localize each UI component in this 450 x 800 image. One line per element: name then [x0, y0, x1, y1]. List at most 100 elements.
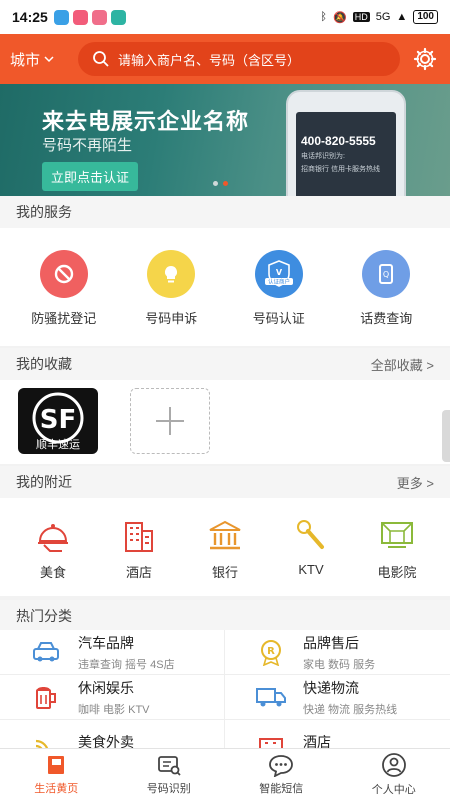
hot-title: 美食外卖: [78, 734, 134, 748]
service-item-certify[interactable]: V 认证商户 号码认证: [234, 250, 324, 327]
services-panel: 防骚扰登记 号码申诉 V 认证商户 号码认证 Q 话费查询: [0, 228, 450, 346]
nearby-label: KTV: [298, 562, 324, 577]
food-cloche-icon: [33, 516, 73, 556]
nearby-panel: 美食 酒店 银行 KTV 电影院: [0, 498, 450, 596]
chat-bubble-icon: [269, 755, 294, 777]
carousel-dots: [213, 181, 228, 186]
wifi-icon: ▲: [396, 11, 408, 23]
signal-label: 5G: [375, 11, 391, 23]
search-input[interactable]: 请输入商户名、号码（含区号）: [78, 42, 400, 76]
search-icon: [93, 51, 109, 67]
top-header: 城市 请输入商户名、号码（含区号）: [0, 34, 450, 84]
battery-icon: 100: [413, 10, 438, 24]
notification-app-icon: [53, 9, 69, 25]
nav-tab-number-id[interactable]: 号码识别: [113, 749, 226, 800]
hot-item-takeout[interactable]: 美食外卖: [0, 720, 225, 748]
nearby-item-food[interactable]: 美食: [13, 516, 93, 581]
section-title: 我的收藏: [16, 356, 72, 372]
nav-tab-yellow-pages[interactable]: 生活黄页: [0, 749, 113, 800]
svg-text:认证商户: 认证商户: [268, 278, 290, 286]
svg-text:Q: Q: [383, 270, 389, 279]
chevron-down-icon: [44, 56, 54, 63]
microphone-icon: [291, 516, 331, 556]
hot-item-car[interactable]: 汽车品牌 违章查询 摇号 4S店: [0, 630, 225, 675]
lightbulb-icon: [147, 250, 196, 298]
hot-item-logistics[interactable]: 快递物流 快递 物流 服务热线: [225, 675, 450, 720]
services-section-header: 我的服务: [0, 196, 450, 228]
carousel-dot[interactable]: [213, 181, 218, 186]
plus-icon: [156, 407, 184, 435]
hot-item-after-sales[interactable]: R 品牌售后 家电 数码 服务: [225, 630, 450, 675]
svg-text:顺丰速运: 顺丰速运: [36, 438, 80, 451]
hot-subtitle: 咖啡 电影 KTV: [78, 703, 150, 716]
nav-label: 智能短信: [259, 783, 304, 795]
bluetooth-icon: ᛒ: [320, 11, 328, 23]
banner-title: 来去电展示企业名称: [42, 109, 250, 134]
hot-subtitle: 快递 物流 服务热线: [303, 703, 398, 716]
nearby-item-ktv[interactable]: KTV: [271, 516, 351, 581]
user-icon: [381, 753, 406, 777]
section-title: 热门分类: [16, 608, 72, 624]
favorites-section-header: 我的收藏 全部收藏 >: [0, 348, 450, 380]
section-title: 我的附近: [16, 474, 72, 490]
hotel-icon: [255, 727, 287, 748]
nav-label: 号码识别: [146, 783, 191, 795]
promo-banner[interactable]: 来去电展示企业名称 号码不再陌生 立即点击认证 400-820-5555 电话邦…: [0, 84, 450, 196]
notification-app-icon: [91, 9, 107, 25]
mute-icon: 🔕: [333, 11, 347, 24]
carousel-dot-active[interactable]: [223, 181, 228, 186]
nav-tab-smart-sms[interactable]: 智能短信: [225, 749, 338, 800]
car-icon: [30, 637, 62, 667]
nearby-label: 银行: [211, 565, 238, 580]
nearby-item-cinema[interactable]: 电影院: [357, 516, 437, 581]
city-selector[interactable]: 城市: [10, 49, 72, 70]
beer-icon: [30, 682, 62, 712]
all-favorites-link[interactable]: 全部收藏 >: [371, 355, 434, 374]
gear-icon: [413, 47, 437, 71]
side-drawer-handle[interactable]: [442, 410, 450, 462]
service-item-appeal[interactable]: 号码申诉: [126, 250, 216, 327]
favorite-sf-express[interactable]: SF 顺丰速运: [18, 388, 98, 454]
service-label: 防骚扰登记: [31, 311, 97, 326]
hot-subtitle: 违章查询 摇号 4S店: [78, 658, 175, 671]
notification-app-icon: [110, 9, 126, 25]
nearby-more-link[interactable]: 更多 >: [397, 473, 434, 492]
status-bar: 14:25 ᛒ 🔕 HD 5G ▲ 100: [0, 0, 450, 34]
hot-subtitle: 家电 数码 服务: [303, 658, 376, 671]
hot-item-hotel[interactable]: 酒店: [225, 720, 450, 748]
phone-caption: 招商银行 信用卡服务热线: [301, 166, 380, 173]
truck-icon: [255, 682, 287, 712]
service-item-anti-harass[interactable]: 防骚扰登记: [19, 250, 109, 327]
section-title: 我的服务: [16, 204, 72, 220]
settings-button[interactable]: [410, 44, 440, 74]
cinema-screen-icon: [377, 516, 417, 556]
phone-illustration: 400-820-5555 电话邦识别为: 招商银行 信用卡服务热线: [286, 90, 406, 196]
building-icon: [119, 516, 159, 556]
hot-item-leisure[interactable]: 休闲娱乐 咖啡 电影 KTV: [0, 675, 225, 720]
nearby-section-header: 我的附近 更多 >: [0, 466, 450, 498]
city-label: 城市: [10, 51, 41, 69]
id-scan-icon: [157, 756, 181, 776]
nearby-item-bank[interactable]: 银行: [185, 516, 265, 581]
hot-title: 快递物流: [303, 679, 359, 696]
phone-caption: 电话邦识别为:: [301, 153, 345, 160]
add-favorite-button[interactable]: [130, 388, 210, 454]
book-icon: [48, 756, 65, 774]
nav-tab-profile[interactable]: 个人中心: [338, 749, 450, 800]
banner-cta-button[interactable]: 立即点击认证: [42, 162, 139, 191]
shield-badge-icon: V 认证商户: [254, 250, 303, 298]
service-item-bill-query[interactable]: Q 话费查询: [341, 250, 431, 327]
bank-icon: [205, 516, 245, 556]
sf-logo-icon: SF 顺丰速运: [32, 392, 84, 451]
svg-text:R: R: [267, 646, 275, 657]
svg-text:V: V: [276, 268, 283, 277]
svg-text:SF: SF: [40, 405, 77, 435]
phone-number: 400-820-5555: [301, 134, 376, 148]
nav-label: 生活黄页: [34, 783, 79, 795]
service-label: 号码申诉: [145, 311, 198, 326]
nearby-item-hotel[interactable]: 酒店: [99, 516, 179, 581]
hd-icon: HD: [352, 12, 370, 22]
block-icon: [39, 250, 88, 298]
hot-section-header: 热门分类: [0, 600, 450, 632]
hot-title: 酒店: [303, 734, 331, 748]
